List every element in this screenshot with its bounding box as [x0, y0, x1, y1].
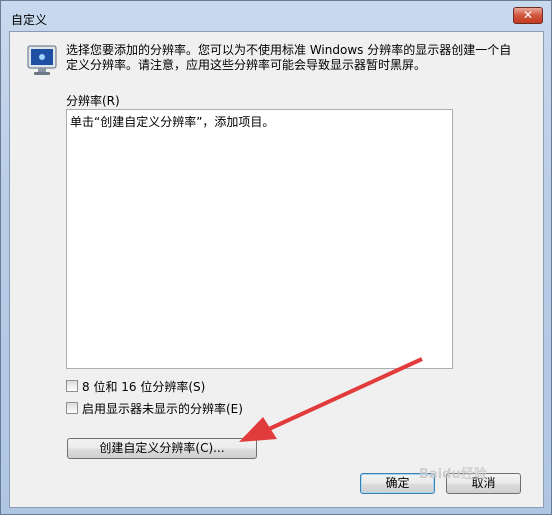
- customize-dialog: 自定义 ✕ 选择您要添加的分辨率。您可以为不使用标准 Windows 分辨率的显…: [0, 0, 552, 515]
- bit-depth-checkbox-row[interactable]: 8 位和 16 位分辨率(S): [66, 378, 205, 394]
- monitor-icon: [27, 45, 57, 75]
- resolution-listbox[interactable]: 单击“创建自定义分辨率”，添加项目。: [66, 109, 453, 369]
- bit-depth-checkbox-label: 8 位和 16 位分辨率(S): [82, 379, 206, 394]
- unlisted-modes-checkbox-label: 启用显示器未显示的分辨率(E): [82, 401, 243, 416]
- watermark-logo: Baidu经验: [419, 467, 487, 482]
- description-text: 选择您要添加的分辨率。您可以为不使用标准 Windows 分辨率的显示器创建一个…: [66, 43, 512, 72]
- dialog-title: 自定义: [11, 13, 48, 27]
- bit-depth-checkbox[interactable]: [66, 380, 78, 392]
- resolution-list-label: 分辨率(R): [66, 94, 120, 108]
- unlisted-modes-checkbox[interactable]: [66, 402, 78, 414]
- title-bar[interactable]: 自定义 ✕: [1, 1, 551, 31]
- dialog-body: 选择您要添加的分辨率。您可以为不使用标准 Windows 分辨率的显示器创建一个…: [9, 31, 544, 508]
- list-item[interactable]: 单击“创建自定义分辨率”，添加项目。: [70, 113, 274, 130]
- create-custom-resolution-button[interactable]: 创建自定义分辨率(C)...: [67, 438, 257, 459]
- close-button[interactable]: ✕: [513, 7, 543, 24]
- unlisted-modes-checkbox-row[interactable]: 启用显示器未显示的分辨率(E): [66, 400, 243, 416]
